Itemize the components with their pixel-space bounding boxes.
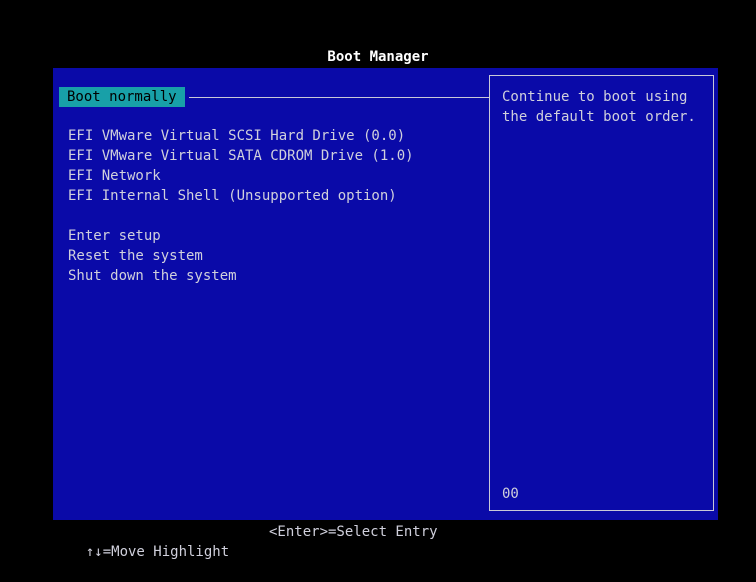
selection-divider xyxy=(189,97,490,98)
move-highlight-hint: ↑↓=Move Highlight xyxy=(85,544,230,560)
menu-item-enter-setup[interactable]: Enter setup xyxy=(68,226,161,246)
menu-item-internal-shell[interactable]: EFI Internal Shell (Unsupported option) xyxy=(68,186,397,206)
selected-item-label[interactable]: Boot normally xyxy=(59,87,185,107)
boot-manager-panel: Boot normally EFI VMware Virtual SCSI Ha… xyxy=(53,68,718,520)
key-hints-bar: ↑↓=Move Highlight <Enter>=Select Entry xyxy=(69,522,438,582)
help-description: Continue to boot using the default boot … xyxy=(502,89,696,125)
help-panel: Continue to boot using the default boot … xyxy=(489,75,714,511)
select-entry-hint: <Enter>=Select Entry xyxy=(269,524,438,540)
boot-menu: Boot normally EFI VMware Virtual SCSI Ha… xyxy=(53,68,490,520)
menu-item-sata-cdrom[interactable]: EFI VMware Virtual SATA CDROM Drive (1.0… xyxy=(68,146,414,166)
menu-item-shut-down[interactable]: Shut down the system xyxy=(68,266,237,286)
menu-item-efi-network[interactable]: EFI Network xyxy=(68,166,161,186)
menu-item-reset-system[interactable]: Reset the system xyxy=(68,246,203,266)
help-code: 00 xyxy=(502,486,519,502)
menu-item-boot-normally[interactable]: Boot normally xyxy=(59,87,490,107)
page-title: Boot Manager xyxy=(327,49,429,65)
menu-item-scsi-hard-drive[interactable]: EFI VMware Virtual SCSI Hard Drive (0.0) xyxy=(68,126,405,146)
